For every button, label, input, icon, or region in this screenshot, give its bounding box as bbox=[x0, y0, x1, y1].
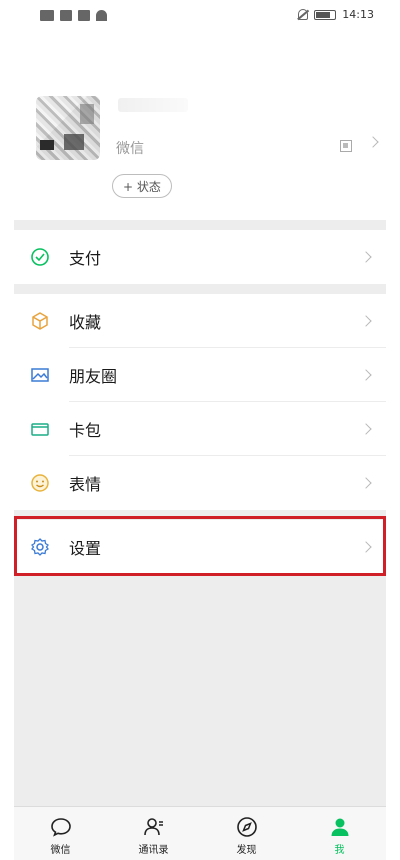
tab-me[interactable]: 我 bbox=[293, 807, 386, 860]
tab-label: 微信 bbox=[50, 845, 71, 856]
chevron-right-icon bbox=[360, 315, 372, 327]
menu-item-favorites[interactable]: 收藏 bbox=[14, 294, 386, 348]
status-bar: 14:13 bbox=[14, 0, 386, 34]
menu-item-settings[interactable]: 设置 bbox=[14, 520, 386, 574]
contacts-icon bbox=[143, 818, 163, 836]
menu-item-cards[interactable]: 卡包 bbox=[14, 402, 386, 456]
hd-icon bbox=[40, 10, 54, 21]
signal-icon bbox=[60, 10, 72, 21]
gear-icon bbox=[31, 538, 49, 556]
status-icons-left bbox=[40, 10, 107, 21]
profile-card[interactable]: 微信 + 状态 bbox=[14, 34, 386, 220]
menu-item-label: 收藏 bbox=[69, 313, 102, 332]
menu-item-label: 卡包 bbox=[69, 421, 102, 440]
signal-icon bbox=[78, 10, 90, 21]
wechat-id: 微信 bbox=[116, 141, 144, 157]
settings-group: 设置 bbox=[14, 520, 386, 574]
tab-label: 发现 bbox=[236, 845, 257, 856]
pay-group: 支付 bbox=[14, 230, 386, 284]
battery-icon bbox=[314, 9, 337, 20]
menu-item-label: 朋友圈 bbox=[69, 367, 118, 386]
features-group: 收藏 朋友圈 卡包 表情 bbox=[14, 294, 386, 510]
chevron-right-icon bbox=[360, 541, 372, 553]
menu-item-label: 支付 bbox=[69, 249, 102, 268]
card-icon bbox=[31, 423, 49, 436]
tab-chats[interactable]: 微信 bbox=[14, 807, 107, 860]
mute-icon bbox=[298, 9, 309, 20]
tab-label: 通讯录 bbox=[138, 845, 169, 856]
add-status-button[interactable]: + 状态 bbox=[112, 174, 172, 198]
chevron-right-icon bbox=[360, 369, 372, 381]
wallet-check-icon bbox=[31, 248, 49, 266]
bottom-tab-bar: 微信 通讯录 发现 我 bbox=[14, 806, 386, 860]
tab-contacts[interactable]: 通讯录 bbox=[107, 807, 200, 860]
avatar[interactable] bbox=[36, 96, 100, 160]
nickname-redacted bbox=[118, 98, 188, 112]
chevron-right-icon bbox=[367, 136, 379, 148]
cube-icon bbox=[32, 312, 48, 330]
person-icon bbox=[331, 818, 348, 836]
menu-item-moments[interactable]: 朋友圈 bbox=[14, 348, 386, 402]
menu-item-pay[interactable]: 支付 bbox=[14, 230, 386, 284]
status-icons-right: 14:13 bbox=[298, 8, 374, 21]
menu-item-stickers[interactable]: 表情 bbox=[14, 456, 386, 510]
menu-item-label: 表情 bbox=[69, 475, 102, 494]
status-time: 14:13 bbox=[342, 8, 374, 21]
smiley-icon bbox=[31, 474, 49, 492]
compass-icon bbox=[236, 817, 257, 837]
picture-icon bbox=[31, 368, 49, 382]
wifi-icon bbox=[96, 10, 107, 21]
me-page: 14:13 微信 + 状态 支付 收藏 朋友圈 卡包 表情 设置 微信 通讯录 … bbox=[14, 0, 386, 860]
qr-code-icon[interactable] bbox=[340, 140, 352, 152]
chevron-right-icon bbox=[360, 251, 372, 263]
tab-discover[interactable]: 发现 bbox=[200, 807, 293, 860]
chevron-right-icon bbox=[360, 423, 372, 435]
chat-bubble-icon bbox=[50, 818, 71, 837]
tab-label: 我 bbox=[334, 845, 345, 856]
chevron-right-icon bbox=[360, 477, 372, 489]
menu-item-label: 设置 bbox=[69, 539, 102, 558]
